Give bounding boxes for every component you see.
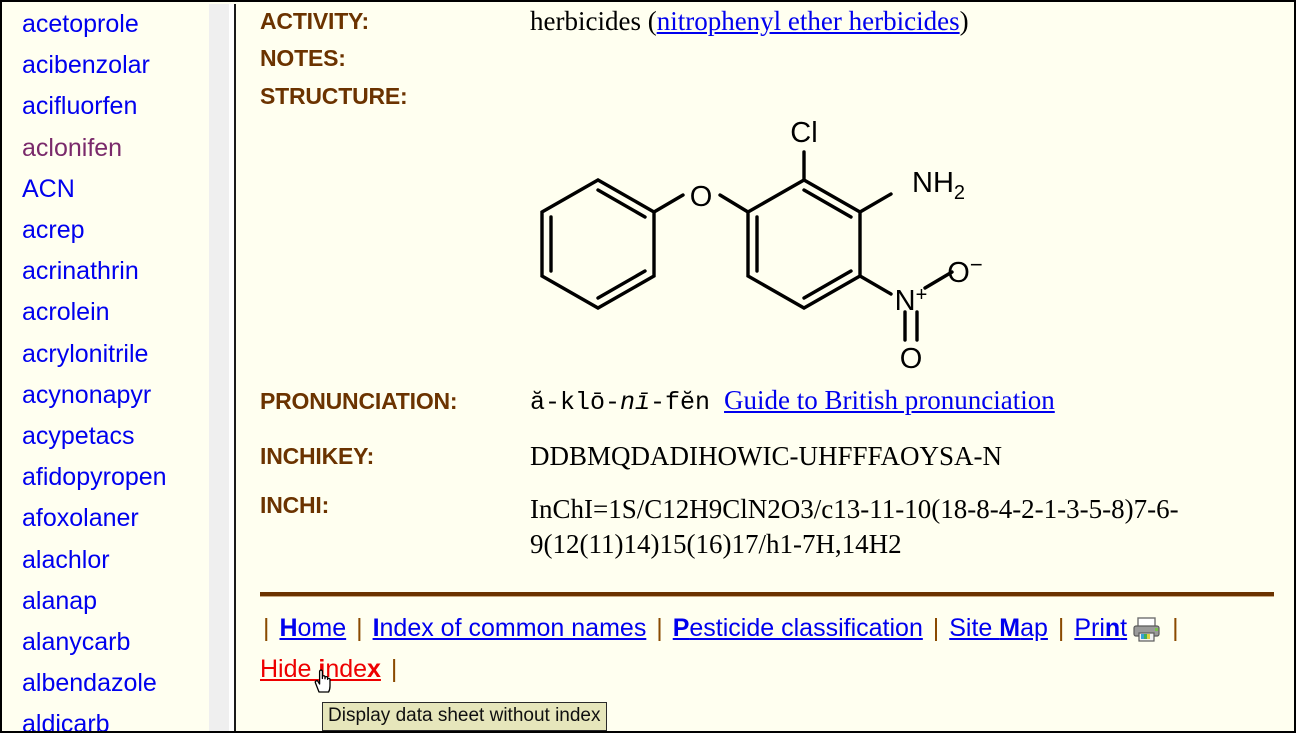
nav-separator: |: [356, 614, 363, 643]
nav-separator: |: [1057, 614, 1065, 643]
nav-link-pesticide-classification[interactable]: Pesticide classification: [673, 614, 923, 642]
index-item-alanap[interactable]: alanap: [4, 581, 209, 622]
index-item-acrylonitrile[interactable]: acrylonitrile: [4, 334, 209, 375]
index-item-alanycarb[interactable]: alanycarb: [4, 622, 209, 663]
nav-link-home-rest: ome: [297, 614, 347, 643]
atom-label-nitro-n: N+: [895, 284, 928, 317]
structure-diagram-wrapper: Cl O NH2 N+ O− O: [238, 110, 1294, 385]
inchi-value: InChI=1S/C12H9ClN2O3/c13-11-10(18-8-4-2-…: [530, 494, 1179, 559]
hide-index-text-a: Hide: [260, 655, 319, 684]
nav-link-index-of-common-names[interactable]: Index of common names: [373, 614, 647, 642]
atom-label-nh2: NH2: [912, 167, 965, 204]
pronunciation-value-group: ă-klō-nī-fĕn Guide to British pronunciati…: [530, 385, 1055, 417]
nav-link-print-rest2: t: [1120, 614, 1128, 643]
field-row-notes: NOTES:: [238, 35, 1294, 72]
activity-value: herbicides (nitrophenyl ether herbicides…: [530, 8, 969, 35]
nav-link-print[interactable]: Print: [1074, 614, 1127, 642]
activity-value-prefix: herbicides (: [530, 6, 657, 36]
browser-page-frame: acetoprole acibenzolar acifluorfen aclon…: [0, 0, 1296, 733]
structure-label: STRUCTURE:: [260, 83, 408, 109]
index-item-acetoprole[interactable]: acetoprole: [4, 4, 209, 45]
index-item-acn[interactable]: ACN: [4, 169, 209, 210]
index-sidebar[interactable]: acetoprole acibenzolar acifluorfen aclon…: [4, 4, 209, 731]
nav-link-pesticide-accesskey: P: [672, 614, 690, 643]
activity-label: ACTIVITY:: [260, 8, 369, 34]
field-row-activity: ACTIVITY: herbicides (nitrophenyl ether …: [238, 4, 1294, 35]
atom-label-nitro-o: O: [900, 343, 923, 375]
index-item-aclonifen[interactable]: aclonifen: [4, 128, 209, 169]
atom-label-cl: Cl: [790, 117, 817, 149]
nav-separator: |: [390, 655, 398, 684]
footer-navigation: | Home | Index of common names | Pestici…: [238, 597, 1294, 687]
index-item-acypetacs[interactable]: acypetacs: [4, 416, 209, 457]
notes-label: NOTES:: [260, 45, 346, 71]
field-row-inchi: INCHI: InChI=1S/C12H9ClN2O3/c13-11-10(18…: [238, 470, 1294, 561]
index-item-afoxolaner[interactable]: afoxolaner: [4, 498, 209, 539]
index-item-aldicarb[interactable]: aldicarb: [4, 704, 209, 731]
nav-separator: |: [932, 614, 940, 643]
inchikey-label: INCHIKEY:: [260, 443, 375, 469]
nav-link-site-map[interactable]: Site Map: [949, 614, 1048, 642]
nav-link-sitemap-accesskey: M: [999, 614, 1021, 643]
index-item-alachlor[interactable]: alachlor: [4, 540, 209, 581]
datasheet-content: ACTIVITY: herbicides (nitrophenyl ether …: [238, 4, 1294, 731]
pronunciation-part3: -fĕn: [650, 388, 711, 417]
pronunciation-part1: ă-klō-: [530, 388, 621, 417]
inchikey-value: DDBMQDADIHOWIC-UHFFFAOYSA-N: [530, 441, 1003, 471]
british-pronunciation-guide-link[interactable]: Guide to British pronunciation: [724, 385, 1055, 415]
hide-index-accesskey-x: x: [367, 655, 381, 684]
pronunciation-part2: nī: [620, 388, 651, 417]
nav-separator: |: [656, 614, 663, 643]
nav-link-home-accesskey: H: [279, 614, 298, 643]
pane-divider: [229, 4, 236, 731]
index-item-acifluorfen[interactable]: acifluorfen: [4, 86, 209, 127]
printer-icon[interactable]: [1133, 616, 1160, 652]
nitrophenyl-ether-herbicides-link[interactable]: nitrophenyl ether herbicides: [657, 6, 960, 36]
index-item-acrep[interactable]: acrep: [4, 210, 209, 251]
index-item-acynonapyr[interactable]: acynonapyr: [4, 375, 209, 416]
hide-index-text-b: nde: [325, 655, 368, 684]
index-item-acrinathrin[interactable]: acrinathrin: [4, 251, 209, 292]
pronunciation-value: ă-klō-nī-fĕn: [530, 388, 710, 417]
chemical-structure-aclonifen: Cl O NH2 N+ O− O: [540, 117, 983, 375]
tooltip-hide-index: Display data sheet without index: [322, 702, 607, 731]
index-scrollbar[interactable]: [209, 4, 229, 731]
nav-link-sitemap-rest2: ap: [1020, 614, 1048, 643]
pronunciation-label: PRONUNCIATION:: [260, 388, 458, 414]
inchi-label: INCHI:: [260, 492, 330, 518]
nav-link-pesticide-rest: esticide classification: [689, 614, 923, 643]
nav-link-sitemap-rest: Site: [949, 614, 1000, 643]
field-row-structure: STRUCTURE:: [238, 72, 1294, 110]
nav-link-index-accesskey: I: [372, 614, 380, 643]
atom-label-ether-o: O: [690, 181, 713, 213]
index-item-acibenzolar[interactable]: acibenzolar: [4, 45, 209, 86]
nav-separator: |: [1172, 614, 1179, 643]
index-list: acetoprole acibenzolar acifluorfen aclon…: [4, 4, 209, 731]
index-item-albendazole[interactable]: albendazole: [4, 663, 209, 704]
field-row-inchikey: INCHIKEY: DDBMQDADIHOWIC-UHFFFAOYSA-N: [238, 417, 1294, 471]
activity-value-suffix: ): [959, 6, 969, 36]
index-item-afidopyropen[interactable]: afidopyropen: [4, 457, 209, 498]
nav-link-home[interactable]: Home: [279, 614, 346, 642]
hide-index-link[interactable]: Hide index: [260, 655, 381, 683]
nav-link-print-accesskey: n: [1104, 614, 1121, 643]
index-item-acrolein[interactable]: acrolein: [4, 292, 209, 333]
field-row-pronunciation: PRONUNCIATION: ă-klō-nī-fĕn Guide to Brit…: [238, 385, 1294, 417]
atom-label-nitro-o-minus: O−: [947, 252, 982, 289]
nav-link-index-rest: ndex of common names: [379, 614, 647, 643]
nav-separator: |: [263, 614, 270, 643]
nav-link-print-rest: Pri: [1074, 614, 1105, 643]
